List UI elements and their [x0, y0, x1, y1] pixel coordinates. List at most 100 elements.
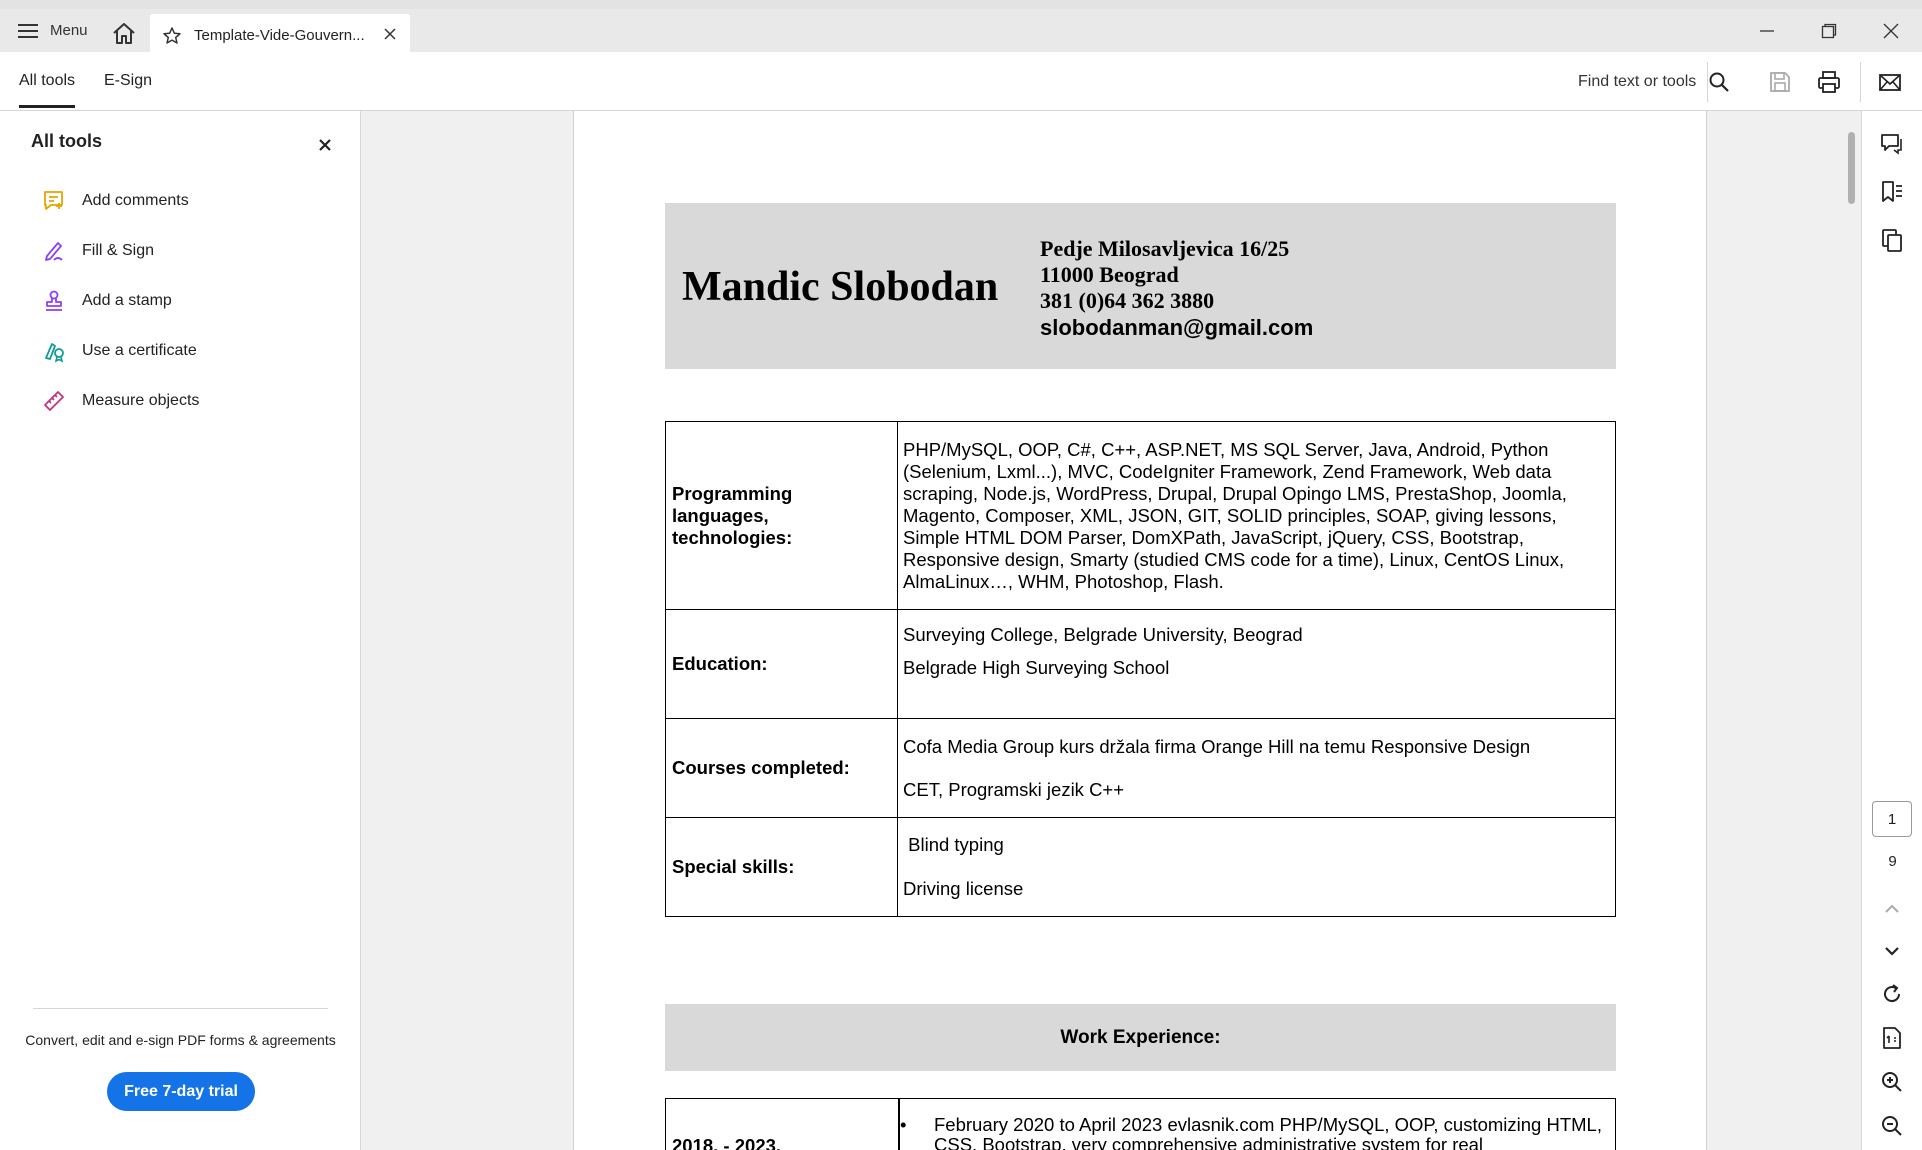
tool-label: Use a certificate	[82, 342, 197, 359]
right-rail: 1 9	[1861, 111, 1922, 1150]
tool-measure-objects[interactable]: Measure objects	[42, 383, 332, 419]
title-bar: Menu Template-Vide-Gouvern...	[0, 0, 1922, 57]
page-down-icon[interactable]	[1879, 938, 1905, 964]
bookmark-icon[interactable]	[1879, 179, 1905, 205]
value-line: PHP/MySQL, OOP, C#, C++, ASP.NET, MS SQL…	[903, 438, 1549, 460]
page-number-input[interactable]: 1	[1872, 801, 1912, 837]
value-line: Cofa Media Group kurs držala firma Orang…	[903, 735, 1531, 757]
save-icon[interactable]	[1766, 68, 1794, 96]
tool-label: Fill & Sign	[82, 242, 155, 259]
promo-text: Convert, edit and e-sign PDF forms & agr…	[25, 1032, 336, 1048]
cv-email: slobodanman@gmail.com	[1040, 315, 1314, 340]
rotate-icon[interactable]	[1879, 981, 1905, 1007]
window-close-button[interactable]	[1860, 9, 1922, 52]
pdf-page[interactable]: Mandic Slobodan Pedje Milosavljevica 16/…	[573, 111, 1707, 1150]
zoom-in-icon[interactable]	[1879, 1069, 1905, 1095]
panel-divider	[33, 1008, 328, 1009]
pages-icon[interactable]	[1879, 227, 1905, 253]
vertical-scrollbar[interactable]	[1845, 111, 1861, 1150]
find-label: Find text or tools	[1578, 73, 1697, 90]
tab-e-sign[interactable]: E-Sign	[104, 72, 152, 90]
row-value: Surveying College, Belgrade University, …	[897, 609, 1616, 719]
tool-fill-sign[interactable]: Fill & Sign	[42, 233, 332, 269]
zoom-out-icon[interactable]	[1879, 1113, 1905, 1139]
work-year: 2018. - 2023.	[672, 1135, 782, 1150]
comment-add-icon	[44, 191, 63, 210]
value-line: CET, Programski jezik C++	[903, 778, 1125, 800]
free-trial-button[interactable]: Free 7-day trial	[107, 1072, 255, 1111]
restore-button[interactable]	[1798, 9, 1860, 52]
ruler-icon	[44, 391, 64, 411]
cv-header: Mandic Slobodan Pedje Milosavljevica 16/…	[665, 203, 1616, 369]
value-line: AlmaLinux…, WHM, Photoshop, Flash.	[903, 570, 1224, 592]
comments-panel-icon[interactable]	[1879, 131, 1905, 157]
tool-label: Add comments	[82, 192, 189, 209]
menu-label: Menu	[50, 22, 88, 39]
value-line: Belgrade High Surveying School	[903, 657, 1170, 678]
cv-table: Programming languages, technologies: PHP…	[665, 421, 1616, 917]
menu-button[interactable]: Menu	[18, 22, 88, 39]
document-tab[interactable]: Template-Vide-Gouvern...	[150, 14, 410, 57]
address-line: 11000 Beograd	[1040, 262, 1179, 287]
value-line: Magento, Composer, XML, JSON, GIT, SOLID…	[903, 504, 1557, 526]
close-icon[interactable]	[315, 135, 335, 155]
value-line: Driving license	[903, 878, 1024, 899]
work-table: 2018. - 2023. February 2020 to April 202…	[665, 1098, 1616, 1150]
value-line: Blind typing	[903, 834, 1004, 855]
toolbar-divider	[1860, 62, 1861, 102]
certificate-icon	[45, 343, 64, 363]
tool-label: Add a stamp	[82, 292, 172, 309]
row-value: PHP/MySQL, OOP, C#, C++, ASP.NET, MS SQL…	[897, 421, 1616, 610]
cv-name: Mandic Slobodan	[682, 264, 999, 310]
toolbar: All tools E-Sign Find text or tools	[0, 52, 1922, 111]
stamp-icon	[46, 290, 62, 311]
tool-use-certificate[interactable]: Use a certificate	[42, 333, 332, 369]
page-total: 9	[1888, 853, 1897, 870]
table-row: Education: Surveying College, Belgrade U…	[665, 609, 1616, 719]
tab-title: Template-Vide-Gouvern...	[194, 27, 365, 44]
value-line: (Selenium, Lxml...), MVC, CodeIgniter Fr…	[903, 460, 1552, 482]
value-line: Simple HTML DOM Parser, DomXPath, JavaSc…	[903, 526, 1524, 548]
table-row: Courses completed: Cofa Media Group kurs…	[665, 718, 1616, 818]
value-line: Responsive design, Smarty (studied CMS c…	[903, 548, 1565, 570]
table-row: Special skills: Blind typing Driving lic…	[665, 817, 1616, 917]
row-label: Courses completed:	[665, 718, 898, 818]
hamburger-icon	[18, 23, 38, 39]
work-experience-heading: Work Experience:	[665, 1004, 1616, 1071]
email-icon[interactable]	[1876, 68, 1904, 96]
page-up-icon[interactable]	[1879, 896, 1905, 922]
value-line: scraping, Node.js, WordPress, Drupal, Dr…	[903, 482, 1567, 504]
tool-add-stamp[interactable]: Add a stamp	[42, 283, 332, 319]
all-tools-panel: All tools Add comments Fill & Sign Add a…	[0, 111, 361, 1150]
phone-line: 381 (0)64 362 3880	[1040, 288, 1215, 313]
cv-address: Pedje Milosavljevica 16/25 11000 Beograd…	[1040, 236, 1289, 314]
label-line: languages,	[672, 504, 769, 526]
minimize-icon	[1760, 29, 1774, 32]
scrollbar-thumb[interactable]	[1848, 132, 1855, 204]
fit-page-icon[interactable]	[1879, 1025, 1905, 1051]
panel-title: All tools	[31, 131, 102, 151]
minimize-button[interactable]	[1736, 9, 1798, 52]
restore-icon	[1821, 23, 1837, 38]
tab-all-tools[interactable]: All tools	[19, 72, 76, 108]
work-bullet: February 2020 to April 2023 evlasnik.com…	[900, 1115, 1604, 1150]
label-line: technologies:	[672, 526, 793, 548]
row-label: Education:	[665, 609, 898, 719]
table-row: Programming languages, technologies: PHP…	[665, 421, 1616, 610]
home-icon[interactable]	[110, 20, 138, 48]
toolbar-divider	[1707, 62, 1708, 102]
pen-sign-icon	[45, 242, 63, 261]
close-icon[interactable]	[382, 26, 398, 42]
value-line: Surveying College, Belgrade University, …	[903, 624, 1303, 645]
window-close-icon	[1883, 23, 1899, 38]
tool-add-comments[interactable]: Add comments	[42, 183, 332, 219]
row-value: Cofa Media Group kurs držala firma Orang…	[897, 718, 1616, 818]
star-icon[interactable]	[162, 26, 182, 46]
row-value: Blind typing Driving license	[897, 817, 1616, 917]
tool-label: Measure objects	[82, 392, 200, 409]
print-icon[interactable]	[1815, 68, 1843, 96]
address-line: Pedje Milosavljevica 16/25	[1040, 236, 1290, 261]
search-icon	[1709, 72, 1730, 92]
document-viewer[interactable]: Mandic Slobodan Pedje Milosavljevica 16/…	[361, 111, 1861, 1150]
row-label: Special skills:	[665, 817, 898, 917]
